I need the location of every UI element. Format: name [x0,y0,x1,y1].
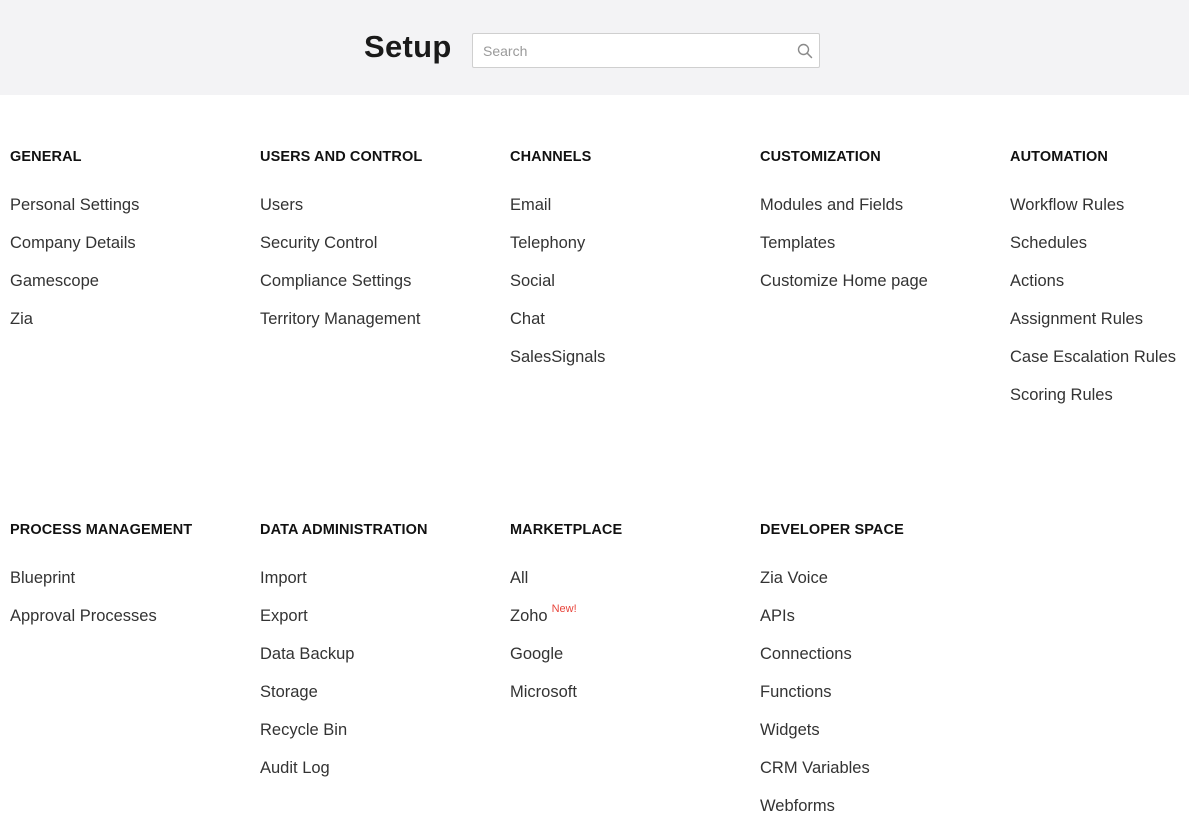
link-workflow-rules[interactable]: Workflow Rules [1010,195,1189,233]
section-users-and-control: USERS AND CONTROL Users Security Control… [260,147,500,347]
link-security-control[interactable]: Security Control [260,233,500,271]
link-email[interactable]: Email [510,195,750,233]
section-list: Workflow Rules Schedules Actions Assignm… [1010,195,1189,423]
section-title: PROCESS MANAGEMENT [10,522,193,538]
section-title: DATA ADMINISTRATION [260,522,428,538]
section-title: CUSTOMIZATION [760,149,881,165]
link-zia[interactable]: Zia [10,309,250,347]
link-import[interactable]: Import [260,568,500,606]
section-list: Email Telephony Social Chat SalesSignals [510,195,750,385]
section-list: Blueprint Approval Processes [10,568,250,644]
link-blueprint[interactable]: Blueprint [10,568,250,606]
link-microsoft[interactable]: Microsoft [510,682,750,720]
section-developer-space: DEVELOPER SPACE Zia Voice APIs Connectio… [760,520,1000,834]
section-general: GENERAL Personal Settings Company Detail… [10,147,250,347]
section-list: Import Export Data Backup Storage Recycl… [260,568,500,796]
link-assignment-rules[interactable]: Assignment Rules [1010,309,1189,347]
link-telephony[interactable]: Telephony [510,233,750,271]
section-list: Personal Settings Company Details Gamesc… [10,195,250,347]
search-input[interactable] [473,34,783,67]
link-zia-voice[interactable]: Zia Voice [760,568,1000,606]
new-badge: New! [551,603,577,615]
link-company-details[interactable]: Company Details [10,233,250,271]
section-title: DEVELOPER SPACE [760,522,904,538]
link-users[interactable]: Users [260,195,500,233]
link-functions[interactable]: Functions [760,682,1000,720]
page-title: Setup [364,29,452,64]
link-customize-home-page[interactable]: Customize Home page [760,271,1000,309]
section-title: CHANNELS [510,149,592,165]
link-google[interactable]: Google [510,644,750,682]
link-compliance-settings[interactable]: Compliance Settings [260,271,500,309]
link-zoho-label: Zoho [510,607,548,625]
link-storage[interactable]: Storage [260,682,500,720]
section-title: USERS AND CONTROL [260,149,423,165]
section-list: Users Security Control Compliance Settin… [260,195,500,347]
section-list: Modules and Fields Templates Customize H… [760,195,1000,309]
link-all[interactable]: All [510,568,750,606]
link-social[interactable]: Social [510,271,750,309]
link-templates[interactable]: Templates [760,233,1000,271]
link-recycle-bin[interactable]: Recycle Bin [260,720,500,758]
link-salessignals[interactable]: SalesSignals [510,347,750,385]
link-export[interactable]: Export [260,606,500,644]
link-scoring-rules[interactable]: Scoring Rules [1010,385,1189,423]
section-title: GENERAL [10,149,82,165]
link-audit-log[interactable]: Audit Log [260,758,500,796]
setup-header: Setup [0,0,1189,95]
section-list: All Zoho New! Google Microsoft [510,568,750,720]
link-zoho[interactable]: Zoho New! [510,603,750,644]
section-marketplace: MARKETPLACE All Zoho New! Google Microsof… [510,520,750,720]
link-apis[interactable]: APIs [760,606,1000,644]
link-case-escalation-rules[interactable]: Case Escalation Rules [1010,347,1189,385]
section-title: MARKETPLACE [510,522,623,538]
link-connections[interactable]: Connections [760,644,1000,682]
section-list: Zia Voice APIs Connections Functions Wid… [760,568,1000,834]
link-chat[interactable]: Chat [510,309,750,347]
search-icon[interactable] [797,43,813,59]
section-data-administration: DATA ADMINISTRATION Import Export Data B… [260,520,500,796]
link-webforms[interactable]: Webforms [760,796,1000,834]
section-process-management: PROCESS MANAGEMENT Blueprint Approval Pr… [10,520,250,644]
section-automation: AUTOMATION Workflow Rules Schedules Acti… [1010,147,1189,423]
link-modules-and-fields[interactable]: Modules and Fields [760,195,1000,233]
link-schedules[interactable]: Schedules [1010,233,1189,271]
link-data-backup[interactable]: Data Backup [260,644,500,682]
link-gamescope[interactable]: Gamescope [10,271,250,309]
link-territory-management[interactable]: Territory Management [260,309,500,347]
section-channels: CHANNELS Email Telephony Social Chat Sal… [510,147,750,385]
link-approval-processes[interactable]: Approval Processes [10,606,250,644]
link-widgets[interactable]: Widgets [760,720,1000,758]
section-customization: CUSTOMIZATION Modules and Fields Templat… [760,147,1000,309]
link-actions[interactable]: Actions [1010,271,1189,309]
search-box[interactable] [472,33,820,68]
link-personal-settings[interactable]: Personal Settings [10,195,250,233]
section-title: AUTOMATION [1010,149,1108,165]
link-crm-variables[interactable]: CRM Variables [760,758,1000,796]
